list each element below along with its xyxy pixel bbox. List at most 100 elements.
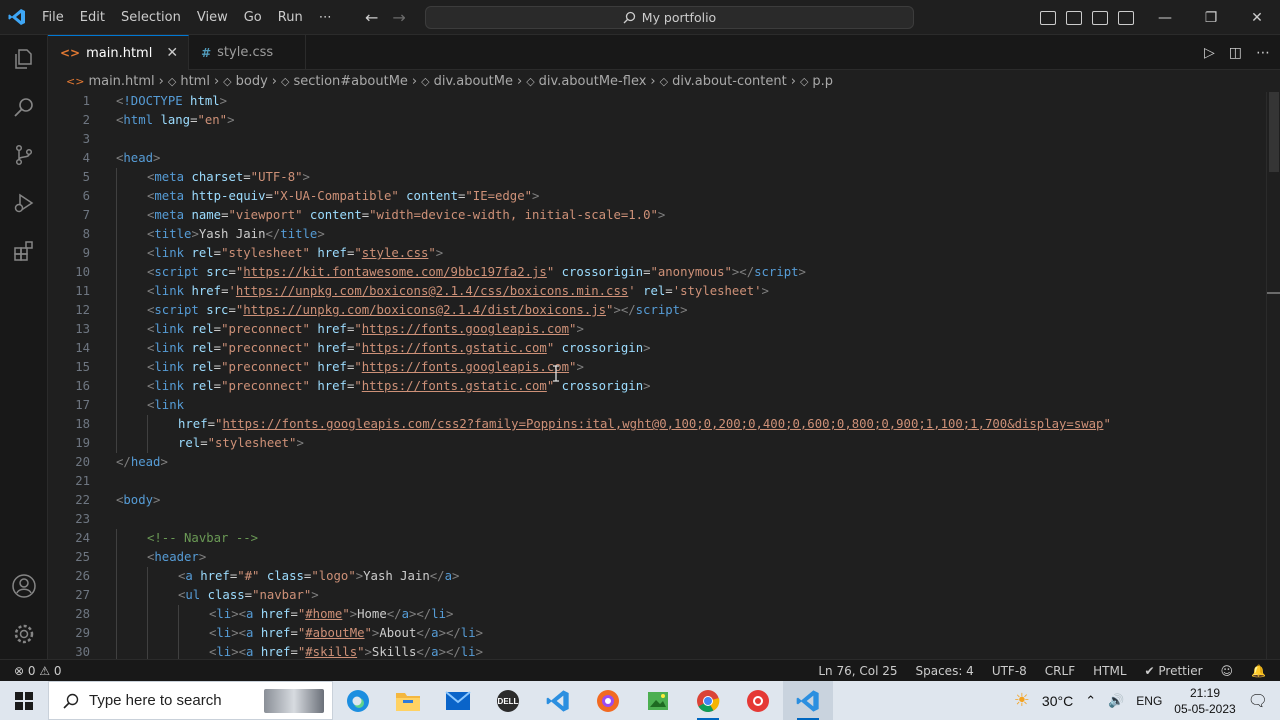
code-line[interactable]: 10 <script src="https://kit.fontawesome.c… [48,263,1266,282]
accounts-icon[interactable] [0,562,48,610]
file-explorer-icon[interactable] [383,681,433,720]
run-debug-icon[interactable] [0,179,48,227]
notifications-icon[interactable]: 🗨 [1248,691,1268,711]
run-file-icon[interactable]: ▷ [1204,45,1215,61]
search-icon[interactable] [0,83,48,131]
restore-button[interactable]: ❐ [1188,0,1234,35]
breadcrumb-item[interactable]: ◇ div.aboutMe [421,74,513,89]
breadcrumb-item[interactable]: ◇ p.p [800,74,833,89]
taskbar-search-box[interactable]: Type here to search [48,681,333,720]
close-window-button[interactable]: ✕ [1234,0,1280,35]
indentation[interactable]: Spaces: 4 [916,664,974,678]
menu-file[interactable]: File [34,0,72,35]
tab-style-css[interactable]: # style.css [189,35,307,70]
toggle-primary-sidebar-icon[interactable] [1040,10,1056,25]
notifications-bell-icon[interactable]: 🔔 [1251,664,1266,678]
toggle-secondary-sidebar-icon[interactable] [1092,10,1108,25]
windows-start-icon[interactable] [0,681,48,720]
end-of-line[interactable]: CRLF [1045,664,1075,678]
breadcrumb-item[interactable]: <> main.html [66,74,155,89]
explorer-icon[interactable] [0,35,48,83]
code-line[interactable]: 28 <li><a href="#home">Home</a></li> [48,605,1266,624]
split-editor-icon[interactable]: ◫ [1229,45,1242,61]
code-line[interactable]: 1 <!DOCTYPE html> [48,92,1266,111]
code-line[interactable]: 29 <li><a href="#aboutMe">About</a></li> [48,624,1266,643]
code-line[interactable]: 26 <a href="#" class="logo">Yash Jain</a> [48,567,1266,586]
breadcrumb-item[interactable]: ◇ html [168,74,210,89]
recorder-app-icon[interactable] [733,681,783,720]
code-line[interactable]: 5 <meta charset="UTF-8"> [48,168,1266,187]
chevron-up-icon[interactable]: ⌃ [1085,693,1096,709]
prettier-status[interactable]: ✔ Prettier [1145,664,1203,678]
menu-run[interactable]: Run [270,0,311,35]
code-line[interactable]: 8 <title>Yash Jain</title> [48,225,1266,244]
code-line[interactable]: 14 <link rel="preconnect" href="https://f… [48,339,1266,358]
customize-layout-icon[interactable] [1118,10,1134,25]
code-line[interactable]: 30 <li><a href="#skills">Skills</a></li> [48,643,1266,659]
code-line[interactable]: 7 <meta name="viewport" content="width=de… [48,206,1266,225]
edge-icon[interactable] [333,681,383,720]
code-line[interactable]: 22 <body> [48,491,1266,510]
code-line[interactable]: 23 [48,510,1266,529]
more-actions-icon[interactable]: ⋯ [1256,45,1270,61]
code-line[interactable]: 9 <link rel="stylesheet" href="style.css"… [48,244,1266,263]
code-line[interactable]: 27 <ul class="navbar"> [48,586,1266,605]
minimize-button[interactable]: — [1142,0,1188,35]
code-line[interactable]: 16 <link rel="preconnect" href="https://f… [48,377,1266,396]
code-line[interactable]: 21 [48,472,1266,491]
command-center[interactable]: My portfolio [425,6,914,29]
code-line[interactable]: 6 <meta http-equiv="X-UA-Compatible" cont… [48,187,1266,206]
chrome-icon[interactable] [683,681,733,720]
editor-scrollbar[interactable] [1266,92,1280,659]
code-line[interactable]: 25 <header> [48,548,1266,567]
vscode-active-taskbar-icon[interactable] [783,681,833,720]
source-control-icon[interactable] [0,131,48,179]
code-editor[interactable]: 1 <!DOCTYPE html> 2 <html lang="en"> 3 4 <head… [48,92,1266,659]
menu-more[interactable]: ⋯ [311,0,340,35]
code-line[interactable]: 17 <link [48,396,1266,415]
menu-go[interactable]: Go [236,0,270,35]
photos-icon[interactable] [633,681,683,720]
back-arrow-icon[interactable]: ← [365,8,378,27]
encoding[interactable]: UTF-8 [992,664,1027,678]
browser-app-icon[interactable] [583,681,633,720]
forward-arrow-icon[interactable]: → [392,8,405,27]
menu-view[interactable]: View [189,0,236,35]
scrollbar-thumb[interactable] [1269,92,1279,172]
code-line[interactable]: 18 href= "https://fonts.googleapis.com/css… [48,415,1266,434]
menu-selection[interactable]: Selection [113,0,189,35]
dell-icon[interactable]: DELL [483,681,533,720]
weather-icon[interactable]: ☀ [1014,690,1030,711]
volume-icon[interactable]: 🔊 [1108,693,1124,709]
vscode-taskbar-icon[interactable] [533,681,583,720]
problems-indicator[interactable]: ⊗ 0 ⚠ 0 [14,664,62,678]
code-line[interactable]: 2 <html lang="en"> [48,111,1266,130]
weather-temp[interactable]: 30°C [1042,693,1073,709]
language-mode[interactable]: HTML [1093,664,1126,678]
accounts-status-icon[interactable]: ☺ [1221,664,1234,678]
tab-main-html[interactable]: <> main.html ✕ [48,35,190,70]
language-indicator[interactable]: ENG [1136,694,1162,708]
close-tab-icon[interactable]: ✕ [166,45,178,61]
code-line[interactable]: 24 <!-- Navbar --> [48,529,1266,548]
breadcrumb-item[interactable]: ◇ div.aboutMe-flex [526,74,646,89]
code-line[interactable]: 12 <script src="https://unpkg.com/boxicon… [48,301,1266,320]
toggle-panel-icon[interactable] [1066,10,1082,25]
breadcrumb-item[interactable]: ◇ body [223,74,268,89]
code-line[interactable]: 3 [48,130,1266,149]
code-line[interactable]: 15 <link rel="preconnect" href="https://f… [48,358,1266,377]
line-number: 1 [82,94,90,108]
code-line[interactable]: 11 <link href='https://unpkg.com/boxicons… [48,282,1266,301]
code-line[interactable]: 20 </head> [48,453,1266,472]
code-line[interactable]: 19 rel="stylesheet"> [48,434,1266,453]
breadcrumb-item[interactable]: ◇ section#aboutMe [281,74,408,89]
breadcrumb-item[interactable]: ◇ div.about-content [660,74,787,89]
settings-gear-icon[interactable] [0,610,48,658]
menu-edit[interactable]: Edit [72,0,113,35]
cursor-position[interactable]: Ln 76, Col 25 [818,664,897,678]
extensions-icon[interactable] [0,227,48,275]
mail-icon[interactable] [433,681,483,720]
code-line[interactable]: 13 <link rel="preconnect" href="https://f… [48,320,1266,339]
clock[interactable]: 21:19 05-05-2023 [1174,685,1235,717]
code-line[interactable]: 4 <head> [48,149,1266,168]
